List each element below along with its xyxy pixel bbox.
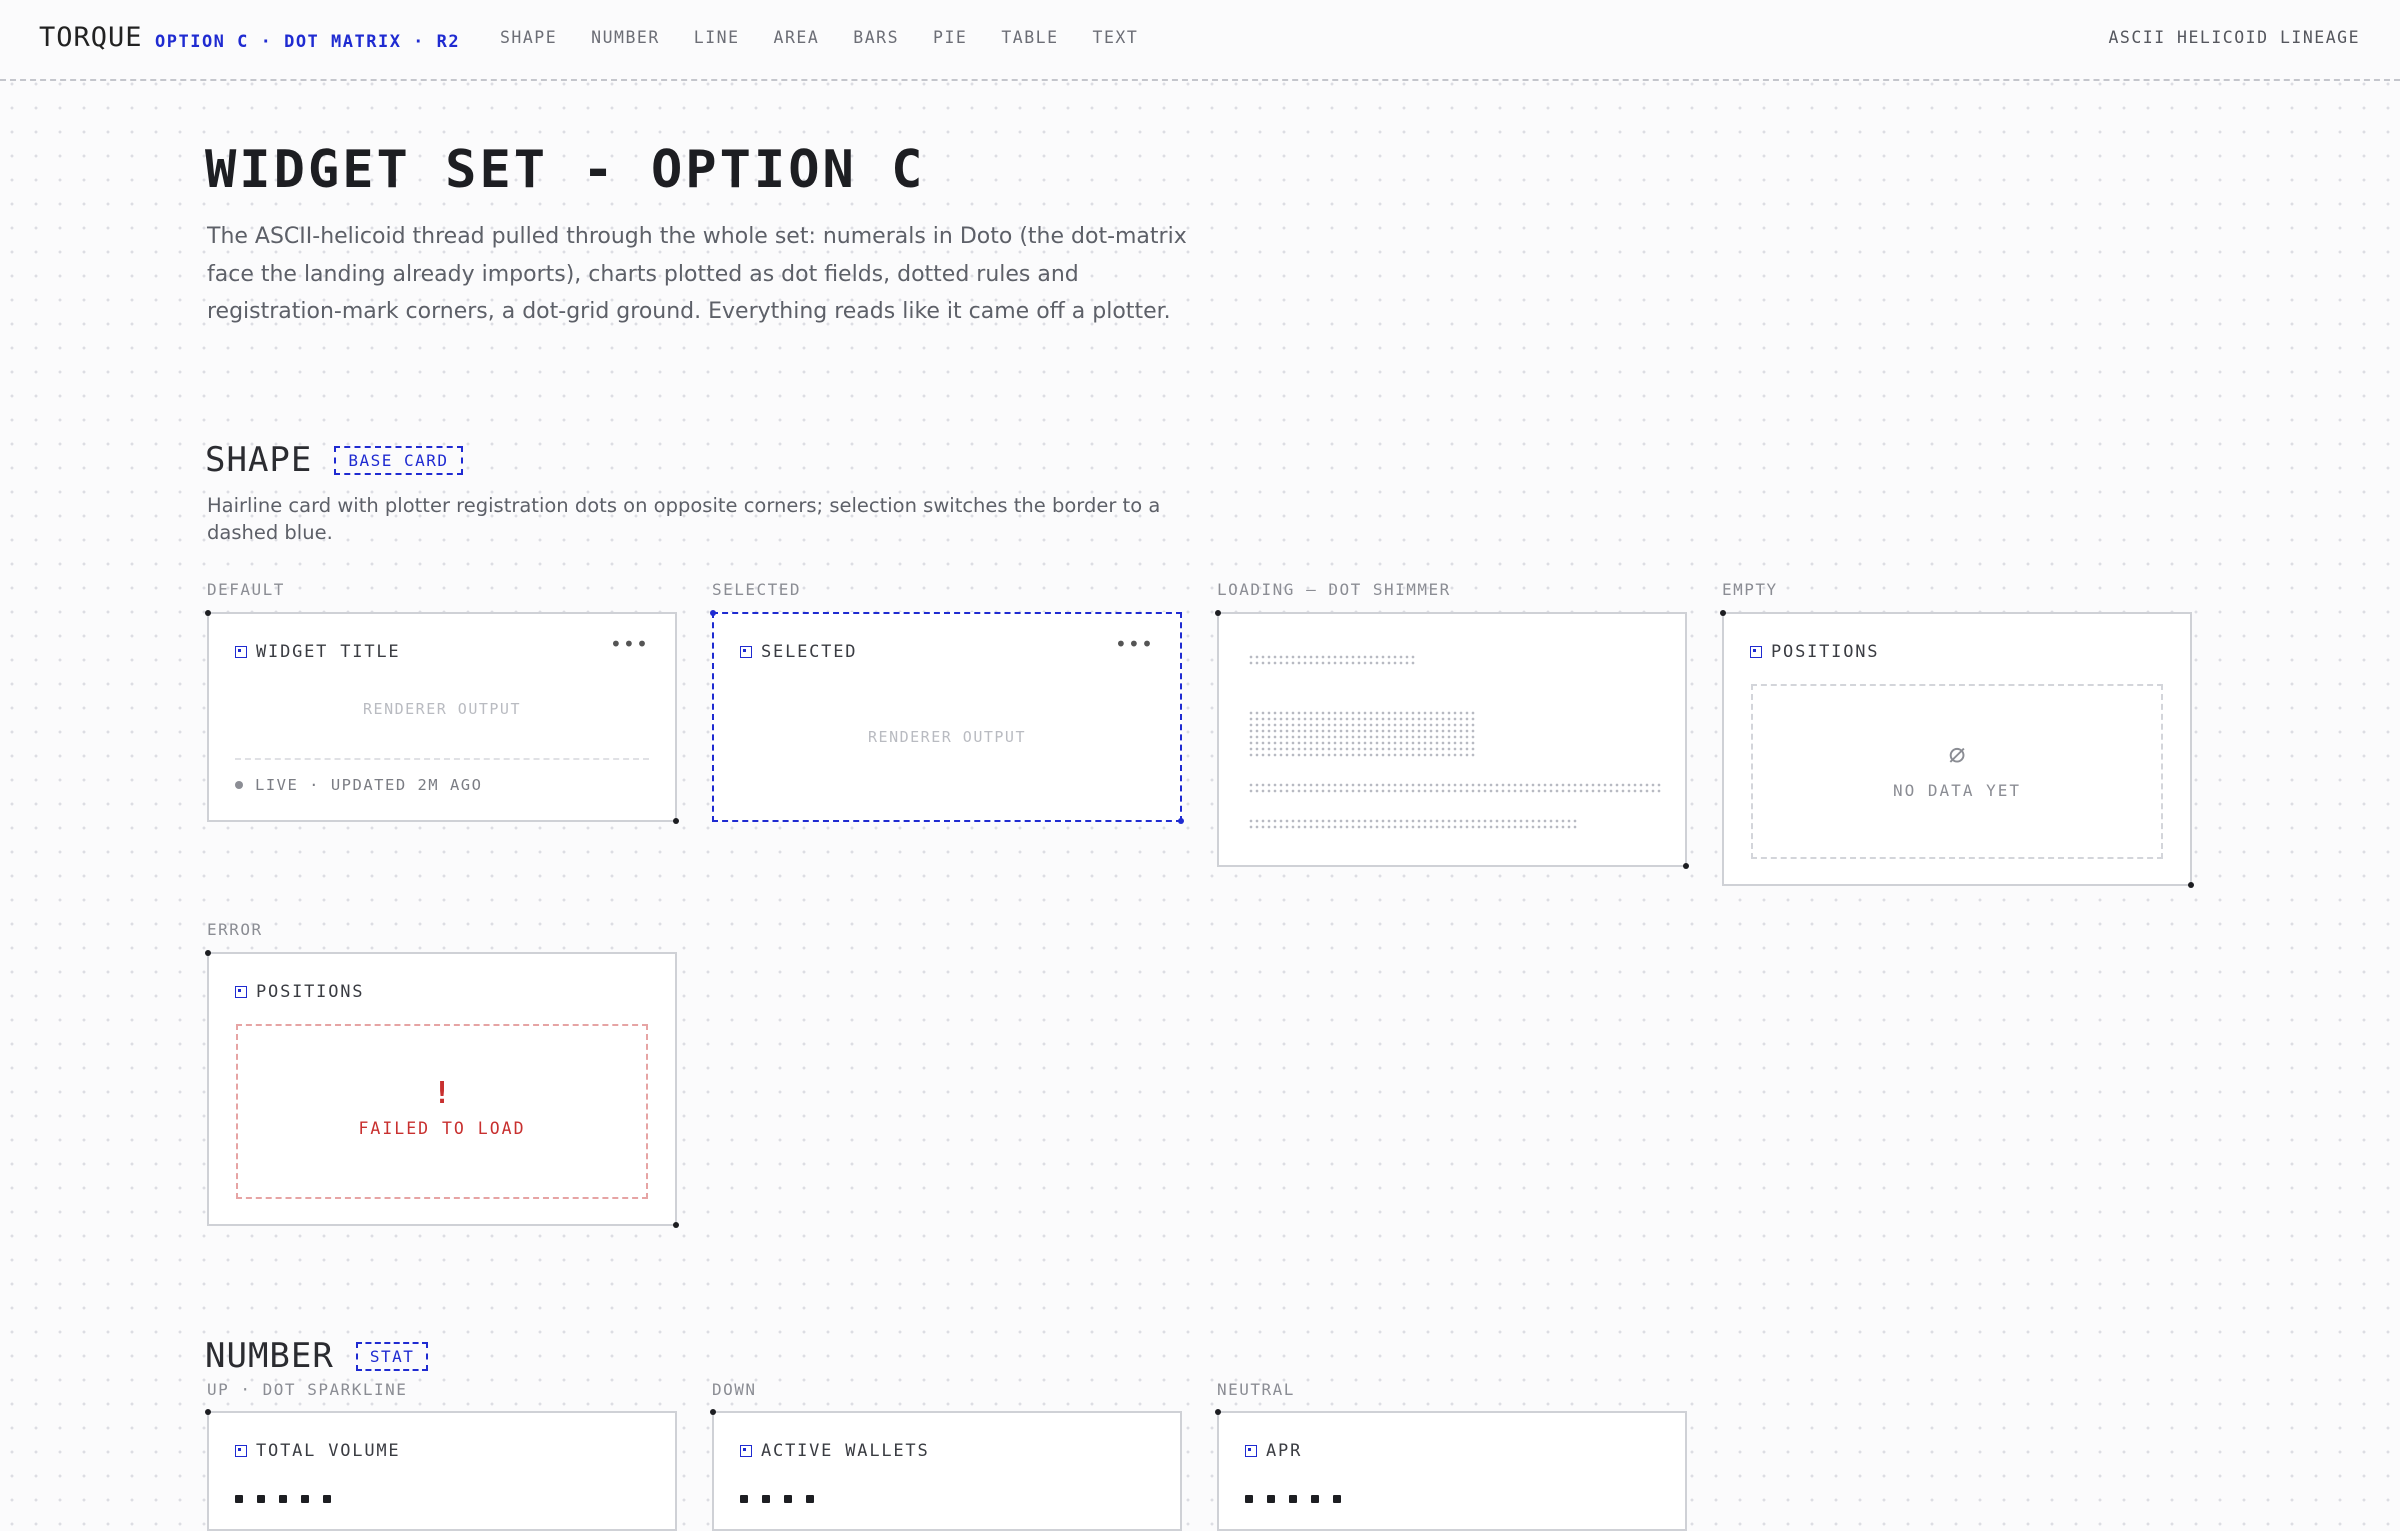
registration-dot [205, 1409, 211, 1415]
nav-item-bars[interactable]: BARS [853, 28, 899, 47]
error-message: FAILED TO LOAD [358, 1119, 526, 1138]
empty-state-box: ∅ NO DATA YET [1751, 684, 2163, 859]
section-tag-stat: STAT [355, 1341, 429, 1371]
card-header: WIDGET TITLE [235, 642, 400, 662]
section-tag-base-card: BASE CARD [334, 445, 463, 475]
registration-dot [1215, 610, 1221, 616]
nav-item-pie[interactable]: PIE [933, 28, 967, 47]
empty-set-icon: ∅ [1948, 738, 1966, 771]
widget-icon [235, 986, 247, 998]
brand-subtitle: OPTION C · DOT MATRIX · R2 [155, 32, 461, 52]
renderer-output: RENDERER OUTPUT [363, 700, 521, 718]
error-icon: ! [432, 1076, 452, 1111]
card-footer: LIVE · UPDATED 2M AGO [235, 776, 482, 794]
card-title: WIDGET TITLE [256, 642, 401, 662]
loading-shimmer-line [1248, 782, 1662, 794]
state-label-loading: LOADING — DOT SHIMMER [1217, 580, 1451, 599]
error-state-box: ! FAILED TO LOAD [236, 1024, 648, 1199]
intro-paragraph: The ASCII-helicoid thread pulled through… [207, 224, 1187, 324]
card-loading [1215, 610, 1689, 869]
registration-dot [2188, 882, 2194, 888]
registration-dot [1178, 818, 1184, 824]
loading-shimmer-block [1248, 710, 1476, 758]
stat-card-active-wallets[interactable]: ACTIVE WALLETS [710, 1409, 1182, 1531]
card-footer-text: LIVE · UPDATED 2M AGO [255, 776, 483, 794]
card-title: POSITIONS [1771, 642, 1880, 662]
live-status-icon [235, 781, 243, 789]
widget-icon [740, 1445, 752, 1457]
renderer-output: RENDERER OUTPUT [868, 728, 1026, 746]
stat-value-dots [1245, 1495, 1341, 1503]
shape-section-header: SHAPE BASE CARD [205, 440, 463, 480]
card-header: APR [1245, 1441, 1302, 1461]
card-title: SELECTED [761, 642, 858, 662]
brand-logo[interactable]: TORQUE [39, 22, 143, 53]
registration-dot [1720, 610, 1726, 616]
dotted-divider [235, 758, 649, 760]
state-label-selected: SELECTED [712, 580, 802, 599]
card-title: POSITIONS [256, 982, 365, 1002]
shape-section-description: Hairline card with plotter registration … [207, 494, 1161, 544]
section-title-number: NUMBER [205, 1336, 334, 1376]
widget-icon [1750, 646, 1762, 658]
registration-dot [673, 1222, 679, 1228]
empty-state-message: NO DATA YET [1893, 781, 2021, 800]
state-label-neutral: NEUTRAL [1217, 1380, 1295, 1399]
card-default[interactable]: WIDGET TITLE ••• RENDERER OUTPUT LIVE · … [205, 610, 679, 824]
more-menu-icon[interactable]: ••• [1115, 632, 1154, 656]
nav-item-table[interactable]: TABLE [1001, 28, 1058, 47]
nav-item-shape[interactable]: SHAPE [500, 28, 557, 47]
card-title: TOTAL VOLUME [256, 1441, 401, 1461]
card-header: POSITIONS [235, 982, 364, 1002]
registration-dot [205, 950, 211, 956]
stat-card-total-volume[interactable]: TOTAL VOLUME [205, 1409, 677, 1531]
loading-shimmer-title [1248, 654, 1416, 666]
registration-dot [710, 1409, 716, 1415]
page-title: WIDGET SET - OPTION C [205, 140, 926, 200]
card-header: POSITIONS [1750, 642, 1879, 662]
registration-dot [673, 818, 679, 824]
card-title: ACTIVE WALLETS [761, 1441, 930, 1461]
more-menu-icon[interactable]: ••• [610, 632, 649, 656]
card-error: POSITIONS ! FAILED TO LOAD [205, 950, 679, 1228]
state-label-down: DOWN [712, 1380, 757, 1399]
top-bar: TORQUE OPTION C · DOT MATRIX · R2 SHAPE … [0, 0, 2400, 81]
state-label-empty: EMPTY [1722, 580, 1778, 599]
section-title-shape: SHAPE [205, 440, 313, 480]
nav-item-text[interactable]: TEXT [1093, 28, 1139, 47]
registration-dot [205, 610, 211, 616]
card-header: ACTIVE WALLETS [740, 1441, 930, 1461]
nav-item-line[interactable]: LINE [694, 28, 740, 47]
stat-value-dots [235, 1495, 331, 1503]
widget-icon [235, 1445, 247, 1457]
nav-item-number[interactable]: NUMBER [591, 28, 660, 47]
registration-dot [710, 610, 716, 616]
section-nav: SHAPE NUMBER LINE AREA BARS PIE TABLE TE… [500, 28, 1172, 47]
number-section-header: NUMBER STAT [205, 1336, 429, 1376]
card-header: SELECTED [740, 642, 857, 662]
state-label-default: DEFAULT [207, 580, 285, 599]
state-label-up: UP · DOT SPARKLINE [207, 1380, 408, 1399]
registration-dot [1683, 863, 1689, 869]
card-header: TOTAL VOLUME [235, 1441, 400, 1461]
nav-item-area[interactable]: AREA [774, 28, 820, 47]
card-empty: POSITIONS ∅ NO DATA YET [1720, 610, 2194, 888]
stat-value-dots [740, 1495, 814, 1503]
state-label-error: ERROR [207, 920, 263, 939]
lineage-label: ASCII HELICOID LINEAGE [2108, 28, 2360, 47]
card-title: APR [1266, 1441, 1303, 1461]
stat-card-apr[interactable]: APR [1215, 1409, 1687, 1531]
registration-dot [1215, 1409, 1221, 1415]
card-selected[interactable]: SELECTED ••• RENDERER OUTPUT [710, 610, 1184, 824]
widget-icon [740, 646, 752, 658]
loading-shimmer-line [1248, 818, 1578, 830]
widget-icon [235, 646, 247, 658]
widget-icon [1245, 1445, 1257, 1457]
